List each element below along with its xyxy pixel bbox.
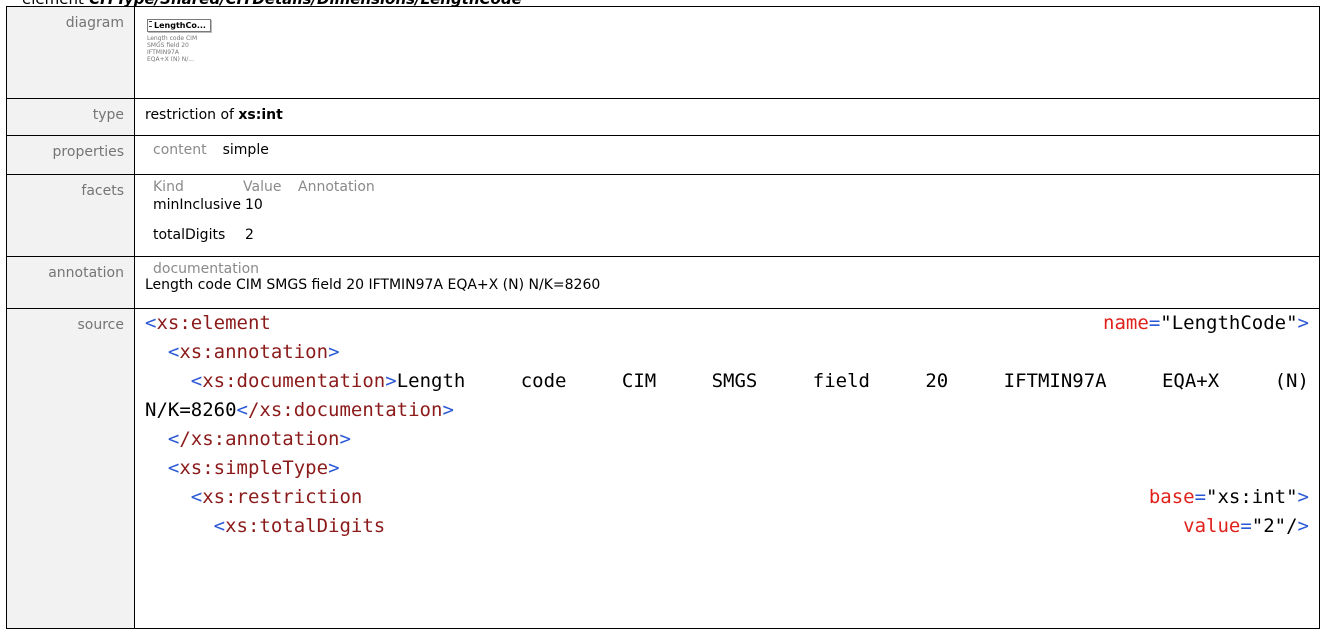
source-line: <xs:totalDigits value="2"/> (213, 515, 1309, 537)
annotation-text: Length code CIM SMGS field 20 IFTMIN97A … (145, 277, 601, 293)
source-tag: xs:documentation (202, 370, 386, 392)
source-tag: xs:simpleType (179, 457, 329, 479)
source-attr: base (1148, 486, 1195, 508)
annotation-cell: documentation Length code CIM SMGS field… (134, 256, 1320, 309)
source-code: <xs:element name="LengthCode"> <xs:annota… (134, 308, 1320, 629)
source-text: Length (396, 370, 466, 392)
source-tag: /xs:documentation (247, 399, 443, 421)
diagram-doc-line: EQA+X (N) N/... (147, 56, 194, 63)
facets-cell: Kind Value Annotation minInclusive 10 to… (134, 174, 1320, 257)
source-label: source (6, 308, 135, 629)
source-row: source <xs:element name="LengthCode"> <xs… (6, 308, 1320, 629)
source-line: </xs:annotation> (167, 428, 351, 450)
facet-item: totalDigits 2 (153, 227, 1309, 243)
properties-value: simple (222, 142, 269, 158)
source-line: N/K=8260</xs:documentation> (145, 399, 454, 421)
facets-header: Kind Value Annotation (153, 179, 1309, 195)
diagram-doc-line: Length code CIM (147, 35, 198, 42)
source-line: <xs:documentation>Length code CIM SMGS field… (135, 367, 1319, 396)
source-attr: value (1183, 515, 1241, 537)
source-text: field (812, 370, 870, 392)
annotation-row: annotation documentation Length code CIM… (6, 256, 1320, 309)
diagram-cell: LengthCo... Length code CIM SMGS field 2… (134, 6, 1320, 99)
facet-value: 10 (245, 197, 263, 213)
diagram-doc-line: SMGS field 20 (147, 42, 189, 49)
properties-row: properties content simple (6, 135, 1320, 175)
diagram-row: diagram LengthCo... Length code CIM SMGS… (6, 6, 1320, 99)
type-row: type restriction of xs:int (6, 98, 1320, 136)
source-text: IFTMIN97A (1003, 370, 1107, 392)
type-prefix: restriction of (145, 107, 234, 123)
diagram-element-box[interactable]: LengthCo... (147, 19, 211, 32)
source-text: N/K=8260 (145, 399, 237, 421)
facets-row: facets Kind Value Annotation minInclusiv… (6, 174, 1320, 257)
diagram-label: diagram (6, 6, 135, 99)
facet-value: 2 (245, 227, 254, 243)
properties-key: content (153, 142, 207, 158)
annotation-key: documentation (153, 261, 260, 277)
facet-kind: minInclusive (153, 197, 241, 213)
source-attr: name (1103, 312, 1149, 334)
source-text: EQA+X (1161, 370, 1220, 392)
diagram-doc-line: IFTMIN97A (147, 49, 179, 56)
source-line: <xs:simpleType> (167, 457, 340, 479)
source-tag: xs:restriction (202, 486, 363, 508)
properties-cell: content simple (134, 135, 1320, 175)
source-text: 20 (925, 370, 949, 392)
facets-header-annotation: Annotation (298, 179, 375, 195)
source-value: "LengthCode" (1160, 312, 1298, 334)
type-base-link[interactable]: xs:int (238, 107, 282, 123)
diagram-thumbnail[interactable]: LengthCo... Length code CIM SMGS field 2… (147, 16, 237, 63)
source-tag: /xs:annotation (179, 428, 340, 450)
source-line: <xs:restriction base="xs:int"> (190, 486, 1309, 508)
source-text: CIM (621, 370, 657, 392)
diagram-doc-text: Length code CIM SMGS field 20 IFTMIN97A … (147, 35, 219, 63)
facets-header-value: Value (243, 179, 282, 195)
source-tag: xs:annotation (179, 341, 329, 363)
source-line: <xs:annotation> (167, 341, 340, 363)
source-line: <xs:element name="LengthCode"> (145, 312, 1309, 334)
facets-label: facets (6, 174, 135, 257)
source-value: "2"/ (1251, 515, 1298, 537)
facets-header-kind: Kind (153, 179, 184, 195)
facet-item: minInclusive 10 (153, 197, 1309, 213)
type-cell: restriction of xs:int (134, 98, 1320, 136)
source-text: (N) (1274, 370, 1309, 392)
source-text: code (520, 370, 567, 392)
source-value: "xs:int" (1206, 486, 1298, 508)
properties-label: properties (6, 135, 135, 175)
source-tag: xs:element (156, 312, 271, 334)
source-tag: xs:totalDigits (225, 515, 386, 537)
element-doc-table: diagram LengthCo... Length code CIM SMGS… (6, 6, 1320, 629)
annotation-label: annotation (6, 256, 135, 309)
type-label: type (6, 98, 135, 136)
facet-kind: totalDigits (153, 227, 226, 243)
source-text: SMGS (711, 370, 758, 392)
